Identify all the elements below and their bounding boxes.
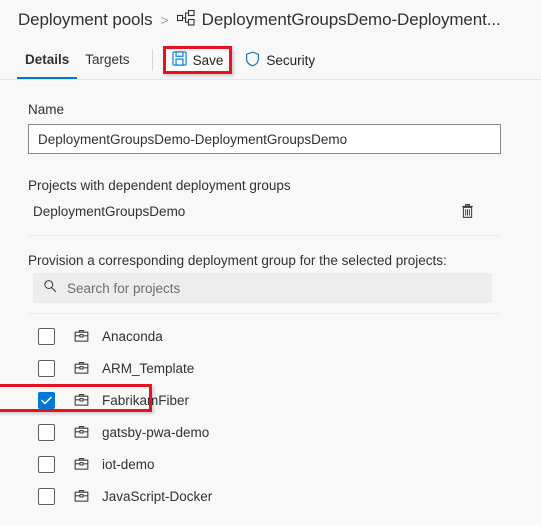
project-checkbox[interactable] bbox=[38, 423, 55, 441]
project-checkbox[interactable] bbox=[38, 359, 55, 377]
save-floppy-icon bbox=[171, 51, 187, 69]
details-panel: Name Projects with dependent deployment … bbox=[0, 102, 541, 512]
dependent-project-row: DeploymentGroupsDemo bbox=[33, 199, 501, 223]
project-name: FabrikamFiber bbox=[102, 392, 190, 408]
briefcase-icon bbox=[74, 425, 89, 439]
list-divider bbox=[28, 313, 501, 314]
section-divider bbox=[28, 235, 501, 236]
tab-details[interactable]: Details bbox=[17, 40, 78, 80]
project-checkbox[interactable] bbox=[38, 327, 55, 345]
project-checkbox[interactable] bbox=[38, 391, 55, 409]
tab-targets[interactable]: Targets bbox=[77, 40, 137, 80]
dependent-project-name: DeploymentGroupsDemo bbox=[33, 203, 186, 219]
security-button-label: Security bbox=[266, 52, 316, 68]
briefcase-icon bbox=[74, 393, 89, 407]
provision-label: Provision a corresponding deployment gro… bbox=[28, 253, 447, 268]
list-item[interactable]: gatsby-pwa-demo bbox=[0, 416, 541, 448]
save-button-label: Save bbox=[192, 52, 224, 68]
project-list: Anaconda ARM_Template FabrikamFiber gats… bbox=[0, 320, 541, 512]
list-item-selected[interactable]: FabrikamFiber bbox=[0, 384, 541, 416]
list-item[interactable]: ARM_Template bbox=[0, 352, 541, 384]
security-button[interactable]: Security bbox=[238, 47, 322, 74]
briefcase-icon bbox=[74, 361, 89, 375]
breadcrumb-current-page: DeploymentGroupsDemo-Deployment... bbox=[201, 10, 501, 29]
briefcase-icon bbox=[74, 457, 89, 471]
project-name: JavaScript-Docker bbox=[102, 488, 213, 504]
briefcase-icon bbox=[74, 489, 89, 503]
project-name: iot-demo bbox=[102, 456, 155, 472]
dependent-projects-header: Projects with dependent deployment group… bbox=[28, 178, 291, 193]
name-input[interactable] bbox=[28, 124, 501, 154]
breadcrumb-separator-icon: > bbox=[160, 12, 169, 28]
toolbar-divider bbox=[151, 49, 153, 71]
project-name: Anaconda bbox=[102, 328, 163, 344]
project-name: gatsby-pwa-demo bbox=[102, 424, 210, 440]
shield-icon bbox=[245, 51, 260, 70]
trash-icon[interactable] bbox=[456, 200, 478, 222]
search-projects-box[interactable]: Search for projects bbox=[33, 273, 492, 303]
search-input-placeholder: Search for projects bbox=[67, 280, 181, 296]
save-button[interactable]: Save bbox=[162, 46, 233, 74]
project-checkbox[interactable] bbox=[38, 487, 55, 505]
list-item[interactable]: JavaScript-Docker bbox=[0, 480, 541, 512]
list-item[interactable]: iot-demo bbox=[0, 448, 541, 480]
project-name: ARM_Template bbox=[102, 360, 195, 376]
briefcase-icon bbox=[74, 329, 89, 343]
breadcrumb: Deployment pools > DeploymentGroupsDemo-… bbox=[0, 0, 541, 40]
name-label: Name bbox=[28, 102, 65, 117]
list-item[interactable]: Anaconda bbox=[0, 320, 541, 352]
project-checkbox[interactable] bbox=[38, 455, 55, 473]
search-icon bbox=[43, 279, 57, 298]
tab-bar: Details Targets Save Security bbox=[0, 40, 541, 80]
deployment-pool-icon bbox=[176, 9, 195, 31]
breadcrumb-root-link[interactable]: Deployment pools bbox=[18, 10, 153, 30]
